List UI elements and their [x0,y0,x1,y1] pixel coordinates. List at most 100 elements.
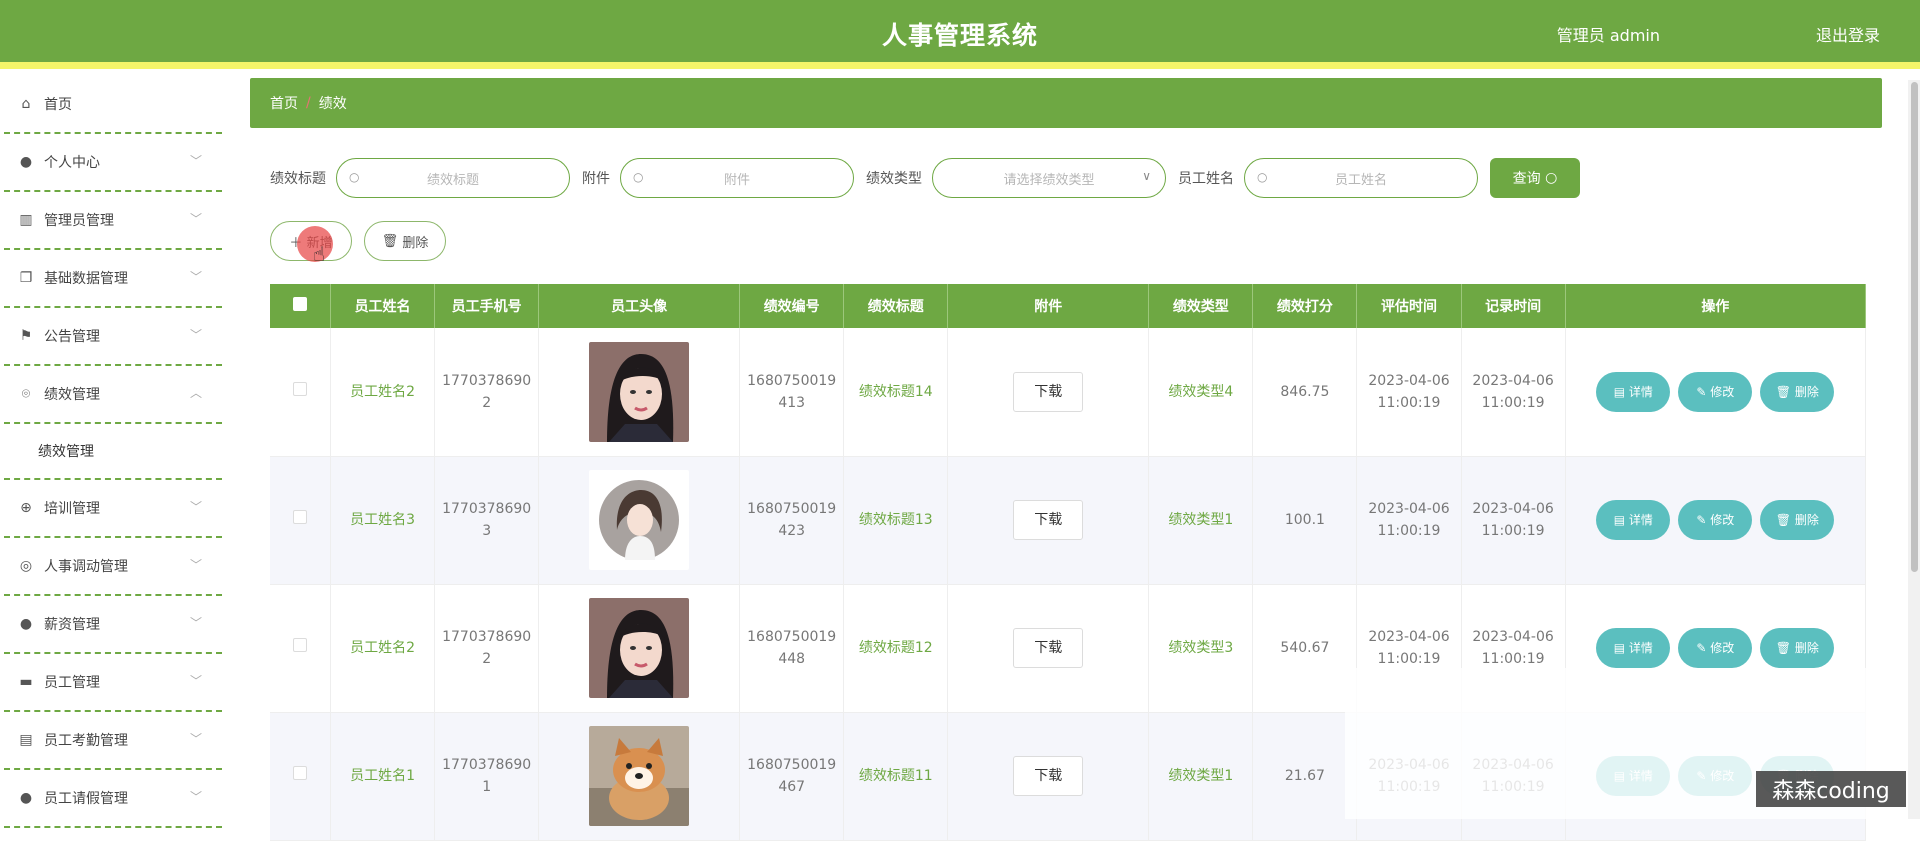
compass-icon: ⊕ [18,500,34,516]
current-user-label: 管理员 admin [1557,22,1660,46]
chevron-down-icon: ﹀ [190,326,202,343]
sidebar-item-personal-center[interactable]: ●个人中心﹀ [4,134,222,192]
column-header: 记录时间 [1461,284,1565,328]
sidebar-item-label: 绩效管理 [44,384,100,404]
search-bar: 绩效标题 ○绩效标题 附件 ○附件 绩效类型 请选择绩效类型∨ 员工姓名 ○员工… [270,158,1580,198]
edit-button[interactable]: ✎ 修改 [1678,500,1752,540]
chevron-down-icon: ﹀ [190,730,202,747]
sidebar-item-label: 员工管理 [44,672,100,692]
type-select[interactable]: 请选择绩效类型∨ [932,158,1166,198]
pencil-icon: ✎ [1696,385,1706,399]
performance-number-cell: 1680750019413 [740,328,844,456]
sidebar-item-leave[interactable]: ● 员工请假管理 ﹀ [4,770,222,828]
employee-avatar-cell [539,328,740,456]
row-select-cell[interactable] [270,456,331,584]
delete-button[interactable]: 🗑 删除 [1760,628,1834,668]
sidebar-item-admin-management[interactable]: ▥管理员管理﹀ [4,192,222,250]
column-header: 员工手机号 [435,284,539,328]
chevron-down-icon: ﹀ [190,788,202,805]
flag-icon: ⚑ [18,328,34,344]
column-header: 绩效编号 [740,284,844,328]
breadcrumb: 首页 / 绩效 [250,78,1882,128]
detail-button[interactable]: ▤ 详情 [1596,628,1670,668]
watermark: 森森coding [1756,771,1906,807]
sidebar-item-transfer[interactable]: ◎人事调动管理﹀ [4,538,222,596]
detail-button[interactable]: ▤ 详情 [1596,372,1670,412]
employee-phone-cell: 17703786901 [435,712,539,840]
attachment-cell: 下载 [948,328,1149,456]
sidebar-item-announcements[interactable]: ⚑ 公告管理 ﹀ [4,308,222,366]
row-checkbox[interactable] [293,638,307,652]
lifebuoy-icon: ◎ [18,558,34,574]
action-bar: ＋ 新增 ☝ 🗑 删除 [270,221,458,261]
chevron-down-icon: ﹀ [190,210,202,227]
download-button[interactable]: 下载 [1013,500,1083,540]
delete-button[interactable]: 🗑 删除 [1760,372,1834,412]
name-search-input[interactable]: ○员工姓名 [1244,158,1478,198]
delete-button[interactable]: 🗑 删除 [1760,500,1834,540]
sidebar-item-label: 公告管理 [44,326,100,346]
type-filter-label: 绩效类型 [866,168,922,188]
logout-link[interactable]: 退出登录 [1816,22,1880,46]
detail-button[interactable]: ▤ 详情 [1596,500,1670,540]
sidebar-item-employees[interactable]: ▬员工管理﹀ [4,654,222,712]
file-search-input[interactable]: ○附件 [620,158,854,198]
evaluation-time-cell: 2023-04-0611:00:19 [1357,456,1461,584]
query-button[interactable]: 查询 ○ [1490,158,1580,198]
attachment-cell: 下载 [948,584,1149,712]
user-icon: ● [18,790,34,806]
page-scrollbar[interactable] [1908,80,1920,819]
select-all-cell[interactable] [270,284,331,328]
home-icon: ⌂ [18,96,34,112]
row-checkbox[interactable] [293,766,307,780]
search-icon: ○ [349,170,359,184]
row-select-cell[interactable] [270,584,331,712]
microphone-icon: ⌾ [18,386,34,402]
breadcrumb-home[interactable]: 首页 [270,93,298,113]
select-all-checkbox[interactable] [293,297,307,311]
employee-name-cell: 员工姓名2 [331,328,435,456]
batch-delete-button[interactable]: 🗑 删除 [364,221,446,261]
edit-button[interactable]: ✎ 修改 [1678,628,1752,668]
pencil-icon: ✎ [1696,641,1706,655]
row-select-cell[interactable] [270,712,331,840]
trash-icon: 🗑 [1776,385,1791,399]
performance-type-cell: 绩效类型4 [1149,328,1253,456]
edit-button[interactable]: ✎ 修改 [1678,372,1752,412]
document-icon: ▤ [1614,641,1625,655]
download-button[interactable]: 下载 [1013,756,1083,796]
table-header-row: 员工姓名 员工手机号 员工头像 绩效编号 绩效标题 附件 绩效类型 绩效打分 评… [270,284,1866,328]
name-filter-label: 员工姓名 [1178,168,1234,188]
column-header: 员工姓名 [331,284,435,328]
column-header: 绩效标题 [844,284,948,328]
sidebar-item-label: 员工请假管理 [44,788,128,808]
performance-number-cell: 1680750019448 [740,584,844,712]
sidebar-item-attendance[interactable]: ▤员工考勤管理﹀ [4,712,222,770]
sidebar-item-salary[interactable]: ●薪资管理﹀ [4,596,222,654]
sidebar: ⌂首页 ●个人中心﹀ ▥管理员管理﹀ ❐基础数据管理﹀ ⚑ 公告管理 ﹀ ⌾ 绩效管理… [0,76,226,819]
title-search-input[interactable]: ○绩效标题 [336,158,570,198]
sidebar-item-home[interactable]: ⌂首页 [4,76,222,134]
table-row: 员工姓名3177037869031680750019423绩效标题13下载绩效类… [270,456,1866,584]
performance-title-cell: 绩效标题14 [844,328,948,456]
record-time-cell: 2023-04-0611:00:19 [1461,328,1565,456]
scrollbar-thumb[interactable] [1911,82,1918,572]
employee-phone-cell: 17703786903 [435,456,539,584]
sidebar-item-training[interactable]: ⊕培训管理﹀ [4,480,222,538]
download-button[interactable]: 下载 [1013,628,1083,668]
sidebar-item-base-data[interactable]: ❐基础数据管理﹀ [4,250,222,308]
sidebar-item-performance[interactable]: ⌾绩效管理︿ [4,366,222,424]
employee-avatar-cell [539,712,740,840]
avatar [589,470,689,570]
search-icon: ○ [1545,170,1557,186]
row-select-cell[interactable] [270,328,331,456]
submenu-performance-management[interactable]: 绩效管理 [4,424,222,480]
employee-name-cell: 员工姓名3 [331,456,435,584]
performance-number-cell: 1680750019467 [740,712,844,840]
row-checkbox[interactable] [293,510,307,524]
add-button[interactable]: ＋ 新增 ☝ [270,221,352,261]
avatar [589,598,689,698]
avatar [589,342,689,442]
row-checkbox[interactable] [293,382,307,396]
download-button[interactable]: 下载 [1013,372,1083,412]
